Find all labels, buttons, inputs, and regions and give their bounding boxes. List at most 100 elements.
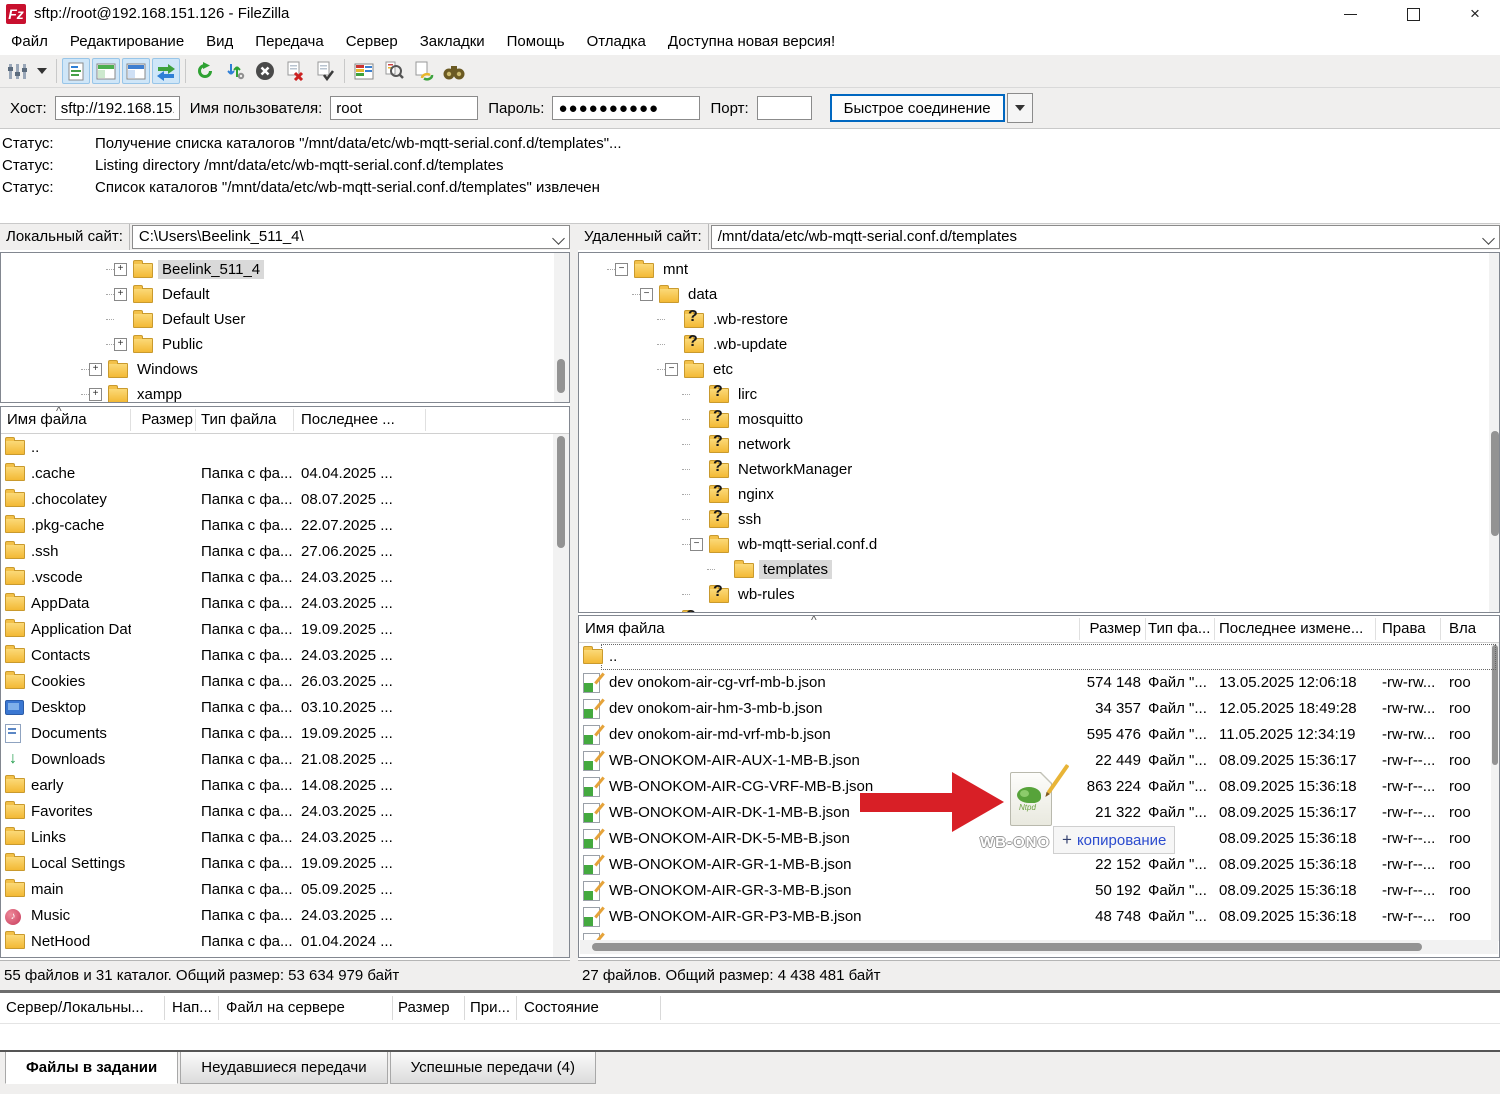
tree-item-lirc[interactable]: lirc: [682, 382, 761, 407]
username-input[interactable]: [330, 96, 478, 120]
find-files-icon[interactable]: [380, 58, 408, 84]
tree-item-wb-rules[interactable]: wb-rules: [682, 582, 799, 607]
column-header-3[interactable]: Тип файла: [201, 411, 276, 428]
queue-column-2[interactable]: Нап...: [172, 999, 212, 1016]
remote-site-combo[interactable]: /mnt/data/etc/wb-mqtt-serial.conf.d/temp…: [711, 225, 1500, 249]
tree-item-.wb-update[interactable]: .wb-update: [657, 332, 791, 357]
column-header-3[interactable]: Тип фа...: [1148, 620, 1210, 637]
tree-item-xampp[interactable]: +xampp: [81, 382, 186, 403]
file-row-dev-onokom-air-md-vrf-mb-b.json[interactable]: dev onokom-air-md-vrf-mb-b.json595 476Фа…: [579, 722, 1499, 748]
column-header-6[interactable]: Вла: [1449, 620, 1476, 637]
column-divider[interactable]: [195, 409, 196, 431]
file-row-Favorites[interactable]: FavoritesПапка с фа...24.03.2025 ...: [1, 799, 569, 825]
cancel-operation-icon[interactable]: [251, 58, 279, 84]
column-header-1[interactable]: Имя файла: [585, 620, 665, 637]
menu-item-5[interactable]: Сервер: [335, 28, 409, 55]
menu-item-1[interactable]: Файл: [0, 28, 59, 55]
column-divider[interactable]: [1214, 618, 1215, 640]
tree-expander-icon[interactable]: −: [615, 263, 628, 276]
queue-column-4[interactable]: Размер: [398, 999, 450, 1016]
file-row-.chocolatey[interactable]: .chocolateyПапка с фа...08.07.2025 ...: [1, 487, 569, 513]
file-row-Links[interactable]: LinksПапка с фа...24.03.2025 ...: [1, 825, 569, 851]
toggle-remote-tree-icon[interactable]: [122, 58, 150, 84]
queue-column-divider[interactable]: [164, 996, 165, 1020]
process-queue-icon[interactable]: [221, 58, 249, 84]
tree-expander-icon[interactable]: −: [665, 363, 678, 376]
file-row-main[interactable]: mainПапка с фа...05.09.2025 ...: [1, 877, 569, 903]
tree-expander-icon[interactable]: −: [690, 538, 703, 551]
remote-list-hscrollbar-thumb[interactable]: [592, 943, 1422, 951]
tree-item-nginx[interactable]: nginx: [682, 482, 778, 507]
file-row-WB-ONOKOM-AIR-GR-3-MB-B.json[interactable]: WB-ONOKOM-AIR-GR-3-MB-B.json50 192Файл "…: [579, 878, 1499, 904]
toggle-local-tree-icon[interactable]: [92, 58, 120, 84]
local-tree-scrollbar-track[interactable]: [554, 253, 569, 402]
column-header-5[interactable]: Права: [1382, 620, 1426, 637]
tree-item-Beelink_511_4[interactable]: +Beelink_511_4: [106, 257, 264, 282]
column-header-2[interactable]: Размер: [131, 411, 193, 428]
local-site-combo[interactable]: C:\Users\Beelink_511_4\: [132, 225, 570, 249]
directory-comparison-icon[interactable]: [350, 58, 378, 84]
site-manager-dropdown-icon[interactable]: [33, 58, 51, 84]
reconnect-icon[interactable]: [311, 58, 339, 84]
disconnect-icon[interactable]: [281, 58, 309, 84]
file-row-Downloads[interactable]: ↓DownloadsПапка с фа...21.08.2025 ...: [1, 747, 569, 773]
file-row-NetHood[interactable]: NetHoodПапка с фа...01.04.2024 ...: [1, 929, 569, 955]
toggle-message-log-icon[interactable]: [62, 58, 90, 84]
column-divider[interactable]: [425, 409, 426, 431]
panel-splitter[interactable]: [570, 224, 578, 990]
file-row-.pkg-cache[interactable]: .pkg-cacheПапка с фа...22.07.2025 ...: [1, 513, 569, 539]
tree-expander-icon[interactable]: +: [114, 288, 127, 301]
remote-tree-scrollbar-track[interactable]: [1489, 253, 1499, 612]
port-input[interactable]: [757, 96, 812, 120]
tree-item-Default[interactable]: +Default: [106, 282, 214, 307]
queue-column-1[interactable]: Сервер/Локальны...: [6, 999, 144, 1016]
file-row-AppData[interactable]: AppDataПапка с фа...24.03.2025 ...: [1, 591, 569, 617]
file-row-..[interactable]: ..: [579, 644, 1499, 670]
minimize-button[interactable]: [1327, 0, 1373, 28]
toggle-transfer-queue-icon[interactable]: [152, 58, 180, 84]
queue-tab-2[interactable]: Неудавшиеся передачи: [180, 1052, 387, 1084]
local-tree-scrollbar-thumb[interactable]: [557, 359, 565, 393]
column-divider[interactable]: [1145, 618, 1146, 640]
file-row-Local-Settings[interactable]: Local SettingsПапка с фа...19.09.2025 ..…: [1, 851, 569, 877]
quickconnect-button[interactable]: Быстрое соединение: [830, 94, 1005, 122]
menu-item-9[interactable]: Доступна новая версия!: [657, 28, 846, 55]
tree-item-etc[interactable]: −etc: [657, 357, 737, 382]
file-row-Cookies[interactable]: CookiesПапка с фа...26.03.2025 ...: [1, 669, 569, 695]
column-divider[interactable]: [1440, 618, 1441, 640]
tree-expander-icon[interactable]: −: [640, 288, 653, 301]
menu-item-7[interactable]: Помощь: [496, 28, 576, 55]
tree-item-Default-User[interactable]: Default User: [106, 307, 249, 332]
queue-column-divider[interactable]: [660, 996, 661, 1020]
synchronized-browsing-icon[interactable]: [410, 58, 438, 84]
column-divider[interactable]: [293, 409, 294, 431]
queue-column-divider[interactable]: [464, 996, 465, 1020]
column-divider[interactable]: [1375, 618, 1376, 640]
filter-icon[interactable]: [440, 58, 468, 84]
file-row-dev-onokom-air-hm-3-mb-b.json[interactable]: dev onokom-air-hm-3-mb-b.json34 357Файл …: [579, 696, 1499, 722]
file-row-Desktop[interactable]: DesktopПапка с фа...03.10.2025 ...: [1, 695, 569, 721]
file-row-Application-Data[interactable]: Application DataПапка с фа...19.09.2025 …: [1, 617, 569, 643]
refresh-icon[interactable]: [191, 58, 219, 84]
password-input[interactable]: [552, 96, 700, 120]
file-row-WB-ONOKOM-AIR-GR-1-MB-B.json[interactable]: WB-ONOKOM-AIR-GR-1-MB-B.json22 152Файл "…: [579, 852, 1499, 878]
menu-item-3[interactable]: Вид: [195, 28, 244, 55]
tree-item-mnt[interactable]: −mnt: [607, 257, 692, 282]
queue-column-divider[interactable]: [218, 996, 219, 1020]
file-row-.cache[interactable]: .cacheПапка с фа...04.04.2025 ...: [1, 461, 569, 487]
tree-item-wb-mqtt-serial.conf.d[interactable]: −wb-mqtt-serial.conf.d: [682, 532, 881, 557]
file-row-dev-onokom-air-cg-vrf-mb-b.json[interactable]: dev onokom-air-cg-vrf-mb-b.json574 148Фа…: [579, 670, 1499, 696]
menu-item-4[interactable]: Передача: [244, 28, 334, 55]
file-row-..[interactable]: ..: [1, 435, 569, 461]
maximize-button[interactable]: [1390, 0, 1436, 28]
tree-item-mosquitto[interactable]: mosquitto: [682, 407, 807, 432]
file-row-WB-ONOKOM-AIR-GR-P3-MB-B.json[interactable]: WB-ONOKOM-AIR-GR-P3-MB-B.json48 748Файл …: [579, 904, 1499, 930]
close-button[interactable]: ×: [1452, 0, 1498, 28]
host-input[interactable]: [55, 96, 180, 120]
tree-item-Public[interactable]: +Public: [106, 332, 207, 357]
column-header-4[interactable]: Последнее ...: [301, 411, 395, 428]
file-row-early[interactable]: earlyПапка с фа...14.08.2025 ...: [1, 773, 569, 799]
tree-item-templates[interactable]: templates: [707, 557, 832, 582]
remote-tree-scrollbar-thumb[interactable]: [1491, 431, 1499, 536]
column-header-2[interactable]: Размер: [1049, 620, 1141, 637]
